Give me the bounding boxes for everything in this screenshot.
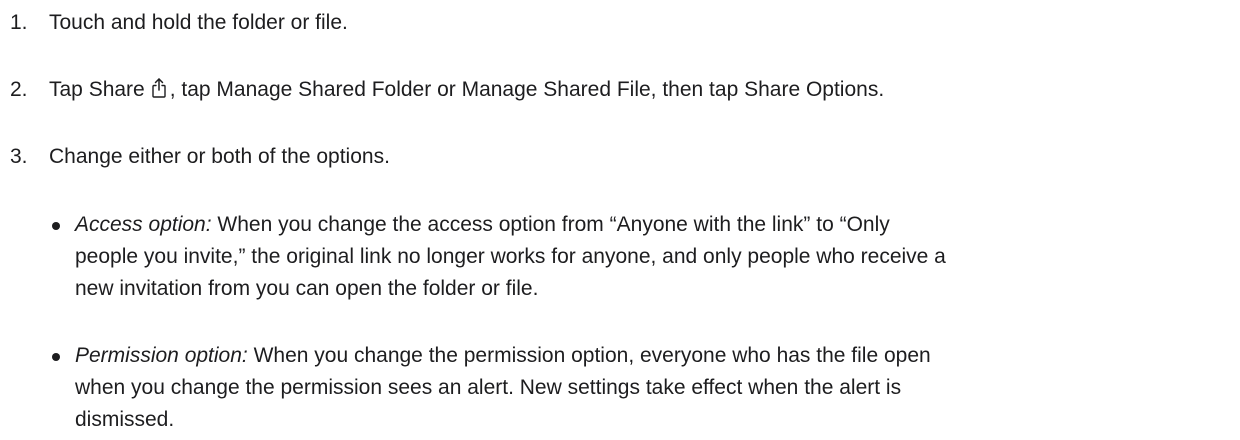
step-number: 1. <box>10 11 28 34</box>
bullet-line: new invitation from you can open the fol… <box>75 277 539 300</box>
bullet-dot <box>52 353 60 361</box>
step-text: Change either or both of the options. <box>49 145 390 168</box>
step-text: Touch and hold the folder or file. <box>49 11 348 34</box>
bullet-line: dismissed. <box>75 408 175 431</box>
bullet-line: people you invite,” the original link no… <box>75 245 946 268</box>
option-label: Access option: <box>75 213 212 236</box>
option-text: When you change the permission option, e… <box>247 344 931 367</box>
step-text-before-icon: Tap Share <box>49 78 145 101</box>
option-label: Permission option: <box>75 344 248 367</box>
bullet-line: Permission option: When you change the p… <box>75 340 931 372</box>
step-text: Tap Share , tap Manage Shared Folder or M… <box>49 74 884 106</box>
bullet-line: when you change the permission sees an a… <box>75 376 902 399</box>
help-article: 1. Touch and hold the folder or file. 2.… <box>0 0 1240 440</box>
step-number: 3. <box>10 145 28 168</box>
bullet-dot <box>52 222 60 230</box>
share-icon <box>152 78 166 98</box>
option-text: When you change the access option from “… <box>211 213 890 236</box>
step-text-after-icon: , tap Manage Shared Folder or Manage Sha… <box>169 78 885 101</box>
bullet-line: Access option: When you change the acces… <box>75 209 890 241</box>
step-number: 2. <box>10 78 28 101</box>
